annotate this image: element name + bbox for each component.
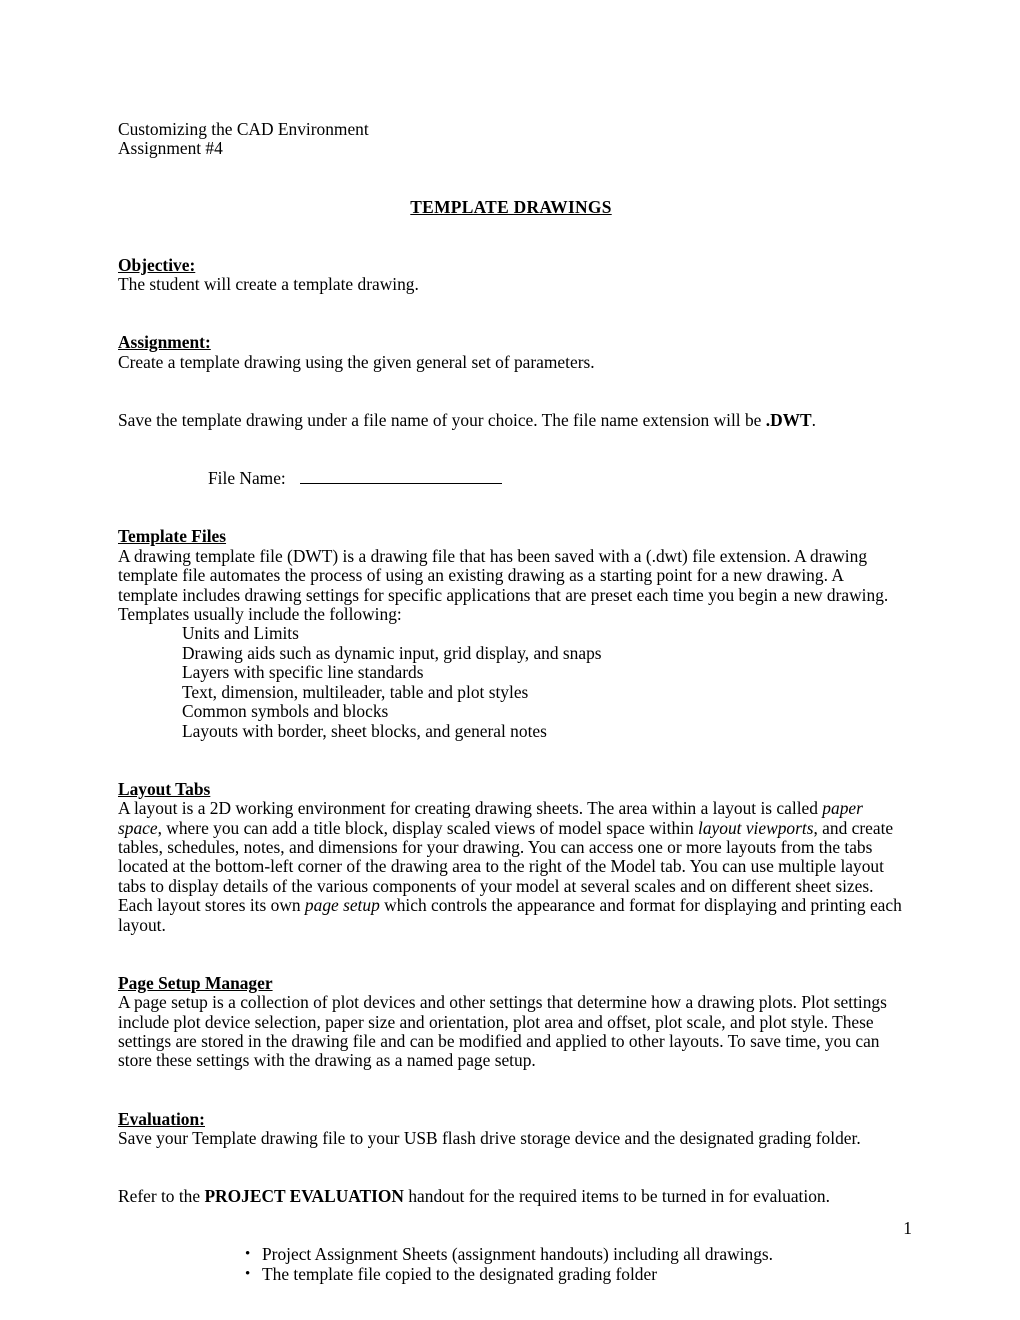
list-item: Layouts with border, sheet blocks, and g…	[182, 720, 547, 741]
evaluation-bullet-list: • Project Assignment Sheets (assignment …	[245, 1245, 904, 1285]
evaluation-heading: Evaluation:	[118, 1108, 205, 1129]
template-files-heading: Template Files	[118, 526, 227, 547]
dwt-extension: .DWT	[765, 410, 812, 431]
save-instruction-part2: .	[811, 410, 816, 431]
list-item: Units and Limits	[182, 623, 299, 644]
page-setup-term: page setup	[304, 895, 380, 916]
objective-heading: Objective:	[118, 254, 196, 275]
header-course: Customizing the CAD Environment	[118, 119, 369, 139]
layout-tabs-heading: Layout Tabs	[118, 778, 211, 799]
evaluation-refer-line: Refer to the PROJECT EVALUATION handout …	[118, 1186, 904, 1207]
document-page: Customizing the CAD Environment Assignme…	[0, 0, 1020, 1320]
file-name-label: File Name:	[208, 468, 286, 489]
document-body: Customizing the CAD Environment Assignme…	[118, 119, 904, 1320]
layout-tabs-body: A layout is a 2D working environment for…	[118, 798, 904, 935]
page-setup-manager-body: A page setup is a collection of plot dev…	[118, 992, 887, 1071]
page-number: 1	[903, 1218, 912, 1238]
page-title: TEMPLATE DRAWINGS	[410, 196, 612, 217]
project-evaluation-term: PROJECT EVALUATION	[204, 1186, 404, 1207]
list-item: • The template file copied to the design…	[245, 1264, 904, 1285]
bullet-icon: •	[245, 1266, 251, 1283]
objective-body: The student will create a template drawi…	[118, 274, 419, 295]
save-instruction-part1: Save the template drawing under a file n…	[118, 410, 766, 431]
assignment-heading: Assignment:	[118, 332, 211, 353]
save-instruction: Save the template drawing under a file n…	[118, 410, 904, 431]
list-item: Layers with specific line standards	[182, 662, 424, 683]
header-assignment: Assignment #4	[118, 138, 223, 159]
refer-text-2: handout for the required items to be tur…	[404, 1186, 830, 1207]
template-files-list: Units and Limits Drawing aids such as dy…	[182, 623, 904, 741]
evaluation-body: Save your Template drawing file to your …	[118, 1127, 861, 1148]
list-item: • Project Assignment Sheets (assignment …	[245, 1245, 904, 1265]
list-item: Common symbols and blocks	[182, 701, 389, 722]
list-item: Drawing aids such as dynamic input, grid…	[182, 642, 602, 663]
assignment-body: Create a template drawing using the give…	[118, 351, 595, 372]
list-item-label: Project Assignment Sheets (assignment ha…	[262, 1244, 774, 1265]
file-name-row: File Name:	[208, 468, 904, 489]
file-name-input[interactable]	[299, 470, 502, 485]
layout-viewports-term: layout viewports	[698, 817, 814, 838]
layout-tabs-text-2: , where you can add a title block, displ…	[157, 817, 699, 838]
refer-text-1: Refer to the	[118, 1186, 205, 1207]
list-item: Text, dimension, multileader, table and …	[182, 681, 529, 702]
list-item-label: The template file copied to the designat…	[262, 1264, 658, 1285]
page-setup-manager-heading: Page Setup Manager	[118, 972, 273, 993]
layout-tabs-text-1: A layout is a 2D working environment for…	[118, 798, 823, 819]
template-files-body: A drawing template file (DWT) is a drawi…	[118, 545, 889, 625]
bullet-icon: •	[245, 1246, 251, 1263]
